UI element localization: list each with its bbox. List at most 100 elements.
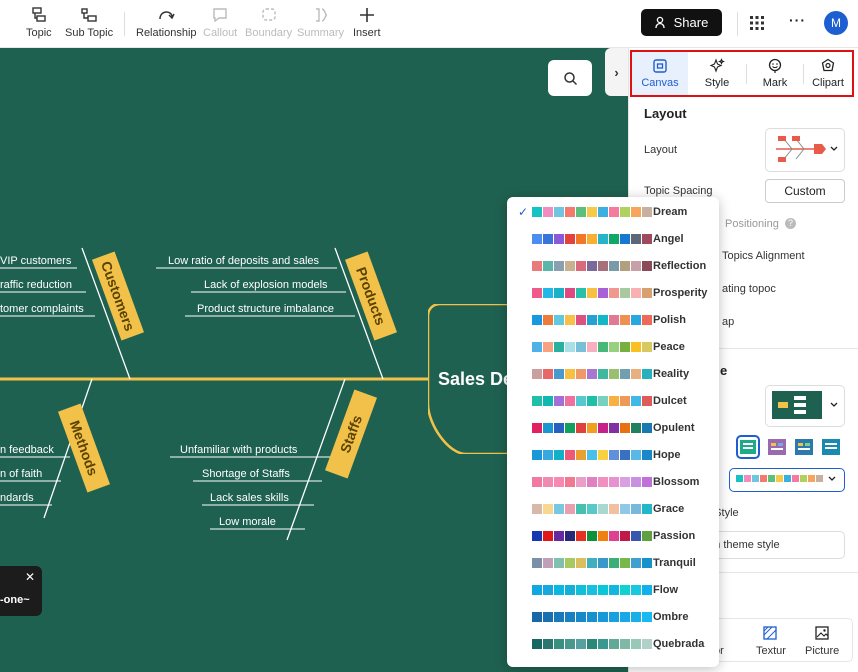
topic-button[interactable]: Topic [26,6,52,46]
theme-variant-3[interactable] [792,435,816,459]
color-swatch [631,639,641,649]
close-icon[interactable]: ✕ [25,570,35,584]
insert-label: Insert [353,27,381,39]
topic-label: Topic [26,27,52,39]
color-swatch [609,558,619,568]
staffs-subtopic[interactable]: Unfamiliar with products [180,444,297,456]
search-button[interactable] [548,60,592,96]
layout-label: Layout [644,144,678,156]
theme-select[interactable] [765,385,845,427]
color-scheme-option[interactable]: Reflection [507,252,719,279]
collapse-panel-button[interactable]: › [605,48,628,96]
staffs-subtopic[interactable]: Shortage of Staffs [202,468,290,480]
color-swatch [631,585,641,595]
topics-alignment-label[interactable]: Topics Alignment [722,250,805,262]
products-subtopic[interactable]: Product structure imbalance [197,303,334,315]
color-scheme-option[interactable]: Reality [507,360,719,387]
tab-style-label: Style [704,77,730,89]
color-scheme-option[interactable]: Blossom [507,468,719,495]
methods-subtopic[interactable]: ndards [0,492,34,504]
color-swatch [609,450,619,460]
color-scheme-option[interactable]: Quebrada [507,630,719,657]
more-options-icon[interactable]: ··· [789,12,806,28]
color-scheme-option[interactable]: ✓ Dream [507,198,719,225]
floating-topic-label[interactable]: ating topoc [722,283,776,295]
picture-icon[interactable] [814,625,830,646]
color-scheme-name: Blossom [653,475,700,488]
products-subtopic[interactable]: Lack of explosion models [204,279,328,291]
color-swatch [554,342,564,352]
theme-variant-4[interactable] [819,435,843,459]
layout-select[interactable] [765,128,845,172]
color-swatch [620,369,630,379]
color-scheme-option[interactable]: Tranquil [507,549,719,576]
customers-subtopic[interactable]: raffic reduction [0,279,72,291]
color-scheme-option[interactable]: Prosperity [507,279,719,306]
help-icon[interactable]: ? [785,218,796,229]
color-scheme-option[interactable]: Opulent [507,414,719,441]
color-scheme-option[interactable]: Polish [507,306,719,333]
custom-theme-style-button[interactable]: om theme style [699,531,845,559]
summary-icon [315,8,327,22]
central-topic[interactable]: Sales De [438,369,513,390]
methods-subtopic[interactable]: n feedback [0,444,54,456]
texture-icon[interactable] [762,625,778,646]
topic-spacing-custom-button[interactable]: Custom [765,179,845,203]
color-swatch [620,585,630,595]
theme-variant-2[interactable] [765,435,789,459]
staffs-subtopic[interactable]: Lack sales skills [210,492,289,504]
color-scheme-option[interactable]: Ombre [507,603,719,630]
callout-button[interactable]: Callout [203,6,237,46]
color-swatch [532,504,542,514]
color-swatch [598,315,608,325]
color-swatch [642,396,652,406]
color-scheme-name: Opulent [653,421,695,434]
theme-variant-1[interactable] [736,435,760,459]
color-swatch [598,585,608,595]
color-swatch [565,342,575,352]
customers-subtopic[interactable]: VIP customers [0,255,71,267]
color-swatch [554,261,564,271]
methods-subtopic[interactable]: n of faith [0,468,42,480]
products-subtopic[interactable]: Low ratio of deposits and sales [168,255,319,267]
color-swatch [631,450,641,460]
color-scheme-option[interactable]: Hope [507,441,719,468]
relationship-button[interactable]: Relationship [136,6,197,46]
color-scheme-option[interactable]: Passion [507,522,719,549]
color-swatch [576,585,586,595]
color-scheme-option[interactable]: Dulcet [507,387,719,414]
color-swatch [642,369,652,379]
color-scheme-option[interactable]: Peace [507,333,719,360]
color-swatch [609,234,619,244]
tab-clipart[interactable]: Clipart [804,52,852,95]
color-swatch [532,369,542,379]
bg-picture-tab[interactable]: Picture [805,645,839,657]
color-scheme-option[interactable]: Angel [507,225,719,252]
sub-topic-button[interactable]: Sub Topic [65,6,113,46]
avatar[interactable]: M [824,11,848,35]
color-swatch [598,423,608,433]
color-scheme-select[interactable] [729,468,845,492]
overlap-label[interactable]: ap [722,316,734,328]
customers-subtopic[interactable]: tomer complaints [0,303,84,315]
color-swatch [576,207,586,217]
color-scheme-option[interactable]: Flow [507,576,719,603]
color-swatch-strip [532,558,652,568]
color-swatch [565,558,575,568]
tab-clipart-label: Clipart [812,77,844,89]
summary-button[interactable]: Summary [297,6,344,46]
tab-canvas[interactable]: Canvas [632,52,688,95]
color-swatch-strip [532,315,652,325]
color-swatch [620,477,630,487]
bg-texture-tab[interactable]: Textur [756,645,786,657]
staffs-subtopic[interactable]: Low morale [219,516,276,528]
share-button[interactable]: Share [641,9,722,36]
insert-button[interactable]: Insert [353,6,381,46]
boundary-button[interactable]: Boundary [245,6,292,46]
tab-mark[interactable]: Mark [747,52,803,95]
color-swatch-strip [532,261,652,271]
color-swatch [576,477,586,487]
apps-grid-icon[interactable] [749,15,765,36]
color-scheme-option[interactable]: Grace [507,495,719,522]
tab-style[interactable]: Style [689,52,745,95]
